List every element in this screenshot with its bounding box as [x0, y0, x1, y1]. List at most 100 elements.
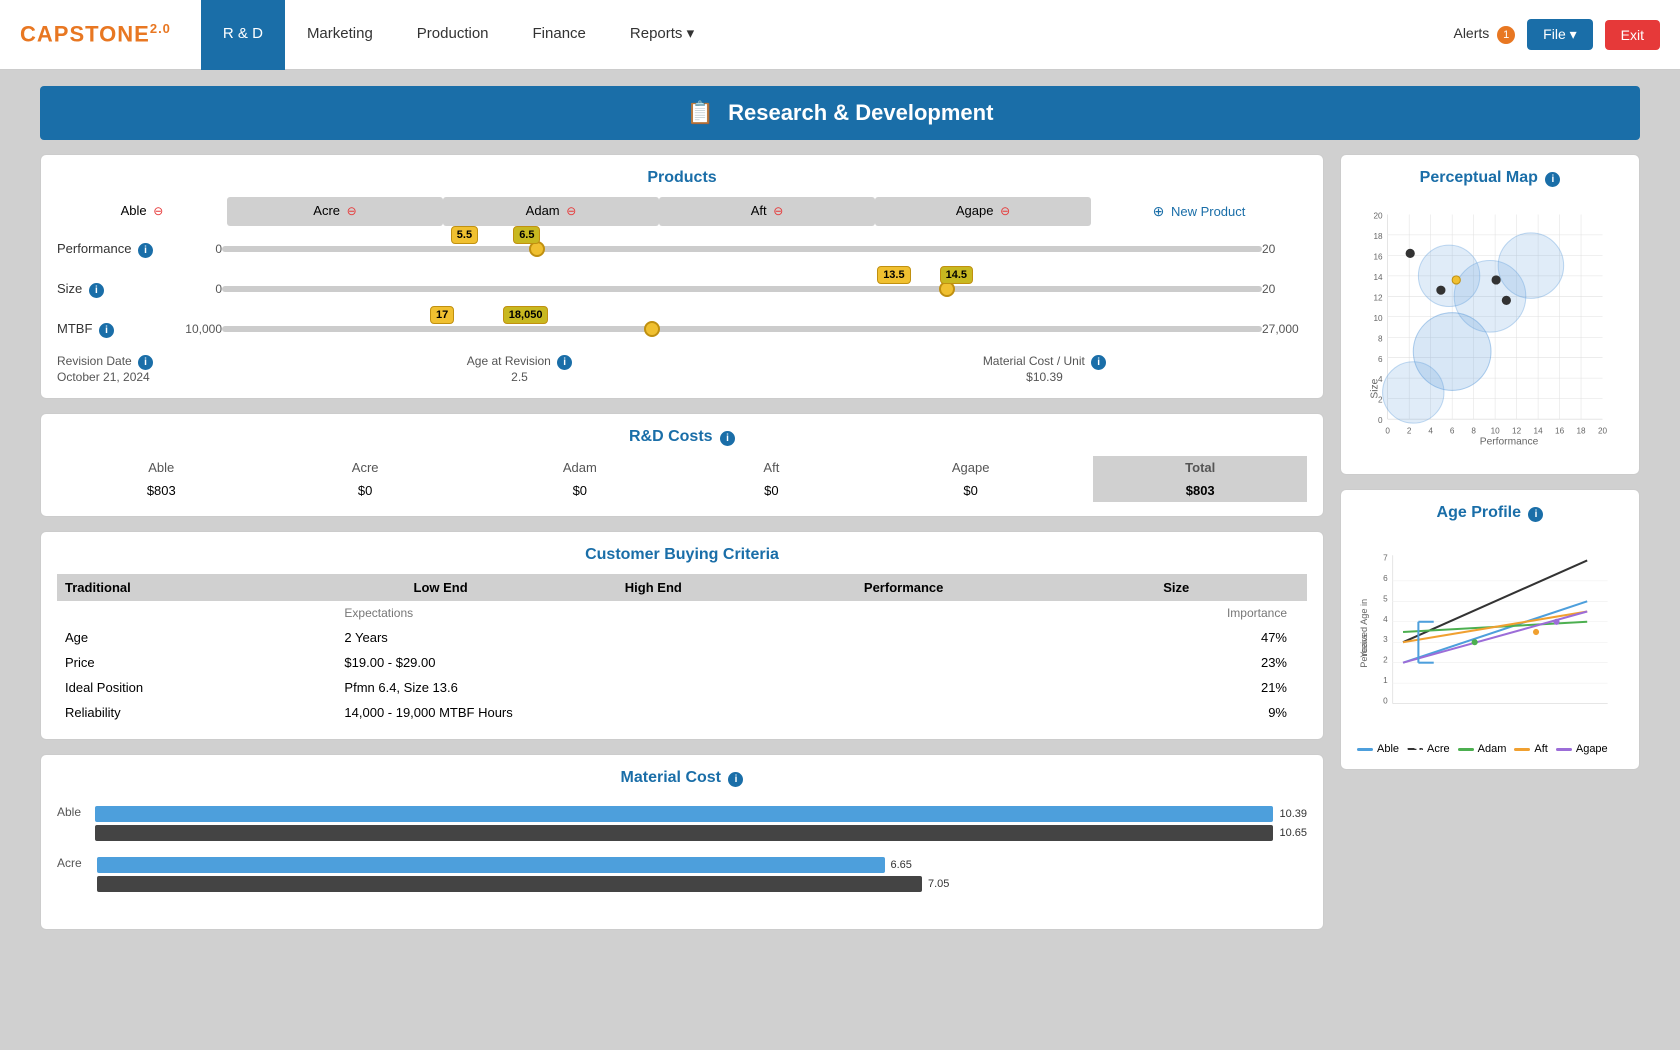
mtbf-info-icon[interactable]: i	[99, 323, 114, 338]
costs-val-adam: $0	[465, 479, 695, 502]
bar-group-acre: Acre 6.65 7.05	[57, 856, 1307, 895]
age-profile-legend: Able Acre Adam Aft Agape	[1357, 743, 1623, 755]
size-info-icon[interactable]: i	[89, 283, 104, 298]
perceptual-map-card: Perceptual Map i Size Performance	[1340, 154, 1640, 475]
cbc-row-price: Price $19.00 - $29.00 23%	[57, 650, 1307, 675]
costs-col-total: Total	[1093, 456, 1307, 479]
size-label: Size i	[57, 281, 177, 298]
mtbf-label: MTBF i	[57, 321, 177, 338]
svg-text:7: 7	[1383, 553, 1388, 562]
legend-dot-able	[1357, 748, 1373, 751]
material-cost-info-icon[interactable]: i	[1091, 355, 1106, 370]
cbc-price-expectation: $19.00 - $29.00	[336, 650, 1045, 675]
bar-row-acre-prev: 7.05	[57, 876, 1307, 892]
bar-acre-prev	[97, 876, 922, 892]
agape-remove-icon[interactable]: ⊖	[1000, 204, 1010, 218]
rd-costs-info-icon[interactable]: i	[720, 431, 735, 446]
svg-text:0: 0	[1385, 426, 1390, 435]
bar-acre-prev-val: 7.05	[928, 878, 949, 890]
performance-label: Performance i	[57, 241, 177, 258]
cbc-idealpos-expectation: Pfmn 6.4, Size 13.6	[336, 675, 1045, 700]
mtbf-slider-container: 17 18,050	[222, 314, 1262, 344]
size-slider-container: 13.5 14.5	[222, 274, 1262, 304]
exit-button[interactable]: Exit	[1605, 20, 1660, 50]
age-at-revision-section: Age at Revision i 2.5	[257, 354, 782, 384]
costs-table: Able Acre Adam Aft Agape Total $803 $0 $…	[57, 456, 1307, 502]
svg-text:5: 5	[1383, 594, 1388, 603]
svg-text:14: 14	[1534, 426, 1544, 435]
page-header-icon: 📋	[687, 100, 714, 125]
nav-tab-marketing[interactable]: Marketing	[285, 0, 395, 70]
legend-aft: Aft	[1514, 743, 1547, 755]
bar-group-able: Able 10.39 10.65	[57, 805, 1307, 844]
cbc-table: Traditional Low End High End Performance…	[57, 574, 1307, 725]
material-cost-card: Material Cost i Able 10.39 10.65	[40, 754, 1324, 930]
performance-slider[interactable]	[222, 246, 1262, 252]
age-profile-info-icon[interactable]: i	[1528, 507, 1543, 522]
nav-tab-production[interactable]: Production	[395, 0, 511, 70]
product-tab-new[interactable]: ⊕ New Product	[1091, 197, 1307, 226]
cbc-col-size: Size	[1045, 574, 1307, 601]
bar-acre-current	[97, 857, 885, 873]
add-product-icon[interactable]: ⊕	[1153, 203, 1165, 219]
cbc-segment-header: Traditional	[57, 574, 336, 601]
perceptual-map-info-icon[interactable]: i	[1545, 172, 1560, 187]
svg-text:0: 0	[1378, 416, 1383, 425]
size-slider[interactable]	[222, 286, 1262, 292]
nav-tab-rd[interactable]: R & D	[201, 0, 285, 70]
product-tab-adam[interactable]: Adam ⊖	[443, 197, 659, 226]
size-max: 20	[1262, 282, 1307, 296]
main-content: Products Able ⊖ Acre ⊖ Adam ⊖ Aft ⊖ Agap…	[0, 154, 1680, 950]
bar-row-acre-current: Acre 6.65	[57, 856, 1307, 873]
cbc-blank	[57, 601, 336, 625]
adam-remove-icon[interactable]: ⊖	[566, 204, 576, 218]
cbc-age-importance: 47%	[1045, 625, 1307, 650]
performance-info-icon[interactable]: i	[138, 243, 153, 258]
svg-text:18: 18	[1577, 426, 1587, 435]
product-tab-aft[interactable]: Aft ⊖	[659, 197, 875, 226]
cbc-idealpos-name: Ideal Position	[57, 675, 336, 700]
cbc-reliability-expectation: 14,000 - 19,000 MTBF Hours	[336, 700, 1045, 725]
cbc-importance-label: Importance	[1045, 601, 1307, 625]
cbc-age-name: Age	[57, 625, 336, 650]
age-revision-info-icon[interactable]: i	[557, 355, 572, 370]
performance-slider-container: 5.5 6.5	[222, 234, 1262, 264]
cbc-reliability-importance: 9%	[1045, 700, 1307, 725]
customer-buying-card: Customer Buying Criteria Traditional Low…	[40, 531, 1324, 740]
age-profile-svg: Perceived Age in Years 0 1 2 3 4 5 6 7	[1357, 532, 1623, 732]
legend-able: Able	[1357, 743, 1399, 755]
product-tab-able[interactable]: Able ⊖	[57, 197, 227, 226]
aft-remove-icon[interactable]: ⊖	[773, 204, 783, 218]
svg-text:Years: Years	[1359, 634, 1369, 658]
svg-text:20: 20	[1598, 426, 1608, 435]
revision-date-section: Revision Date i October 21, 2024	[57, 354, 257, 384]
age-profile-title: Age Profile i	[1357, 504, 1623, 522]
svg-text:12: 12	[1512, 426, 1522, 435]
nav-right: Alerts 1 File ▾ Exit	[1453, 19, 1660, 50]
able-remove-icon[interactable]: ⊖	[153, 204, 163, 218]
nav-tab-finance[interactable]: Finance	[511, 0, 608, 70]
right-column: Perceptual Map i Size Performance	[1340, 154, 1640, 930]
acre-remove-icon[interactable]: ⊖	[347, 204, 357, 218]
cbc-price-importance: 23%	[1045, 650, 1307, 675]
cbc-age-expectation: 2 Years	[336, 625, 1045, 650]
costs-val-able: $803	[57, 479, 266, 502]
file-button[interactable]: File ▾	[1527, 19, 1592, 50]
cbc-expectations-label: Expectations	[336, 601, 1045, 625]
svg-text:4: 4	[1428, 426, 1433, 435]
nav-tab-reports[interactable]: Reports ▾	[608, 0, 716, 70]
mtbf-slider-row: MTBF i 10,000 17 18,050 27,000	[57, 314, 1307, 344]
products-card: Products Able ⊖ Acre ⊖ Adam ⊖ Aft ⊖ Agap…	[40, 154, 1324, 399]
svg-text:0: 0	[1383, 697, 1388, 706]
legend-agape: Agape	[1556, 743, 1608, 755]
rd-costs-card: R&D Costs i Able Acre Adam Aft Agape Tot…	[40, 413, 1324, 517]
bar-label-able: Able	[57, 805, 95, 819]
product-tab-agape[interactable]: Agape ⊖	[875, 197, 1091, 226]
alerts-button[interactable]: Alerts 1	[1453, 25, 1515, 44]
revision-date-info-icon[interactable]: i	[138, 355, 153, 370]
material-cost-chart-info-icon[interactable]: i	[728, 772, 743, 787]
mtbf-slider[interactable]	[222, 326, 1262, 332]
product-tab-acre[interactable]: Acre ⊖	[227, 197, 443, 226]
svg-text:4: 4	[1383, 615, 1388, 624]
cbc-col-performance: Performance	[762, 574, 1046, 601]
